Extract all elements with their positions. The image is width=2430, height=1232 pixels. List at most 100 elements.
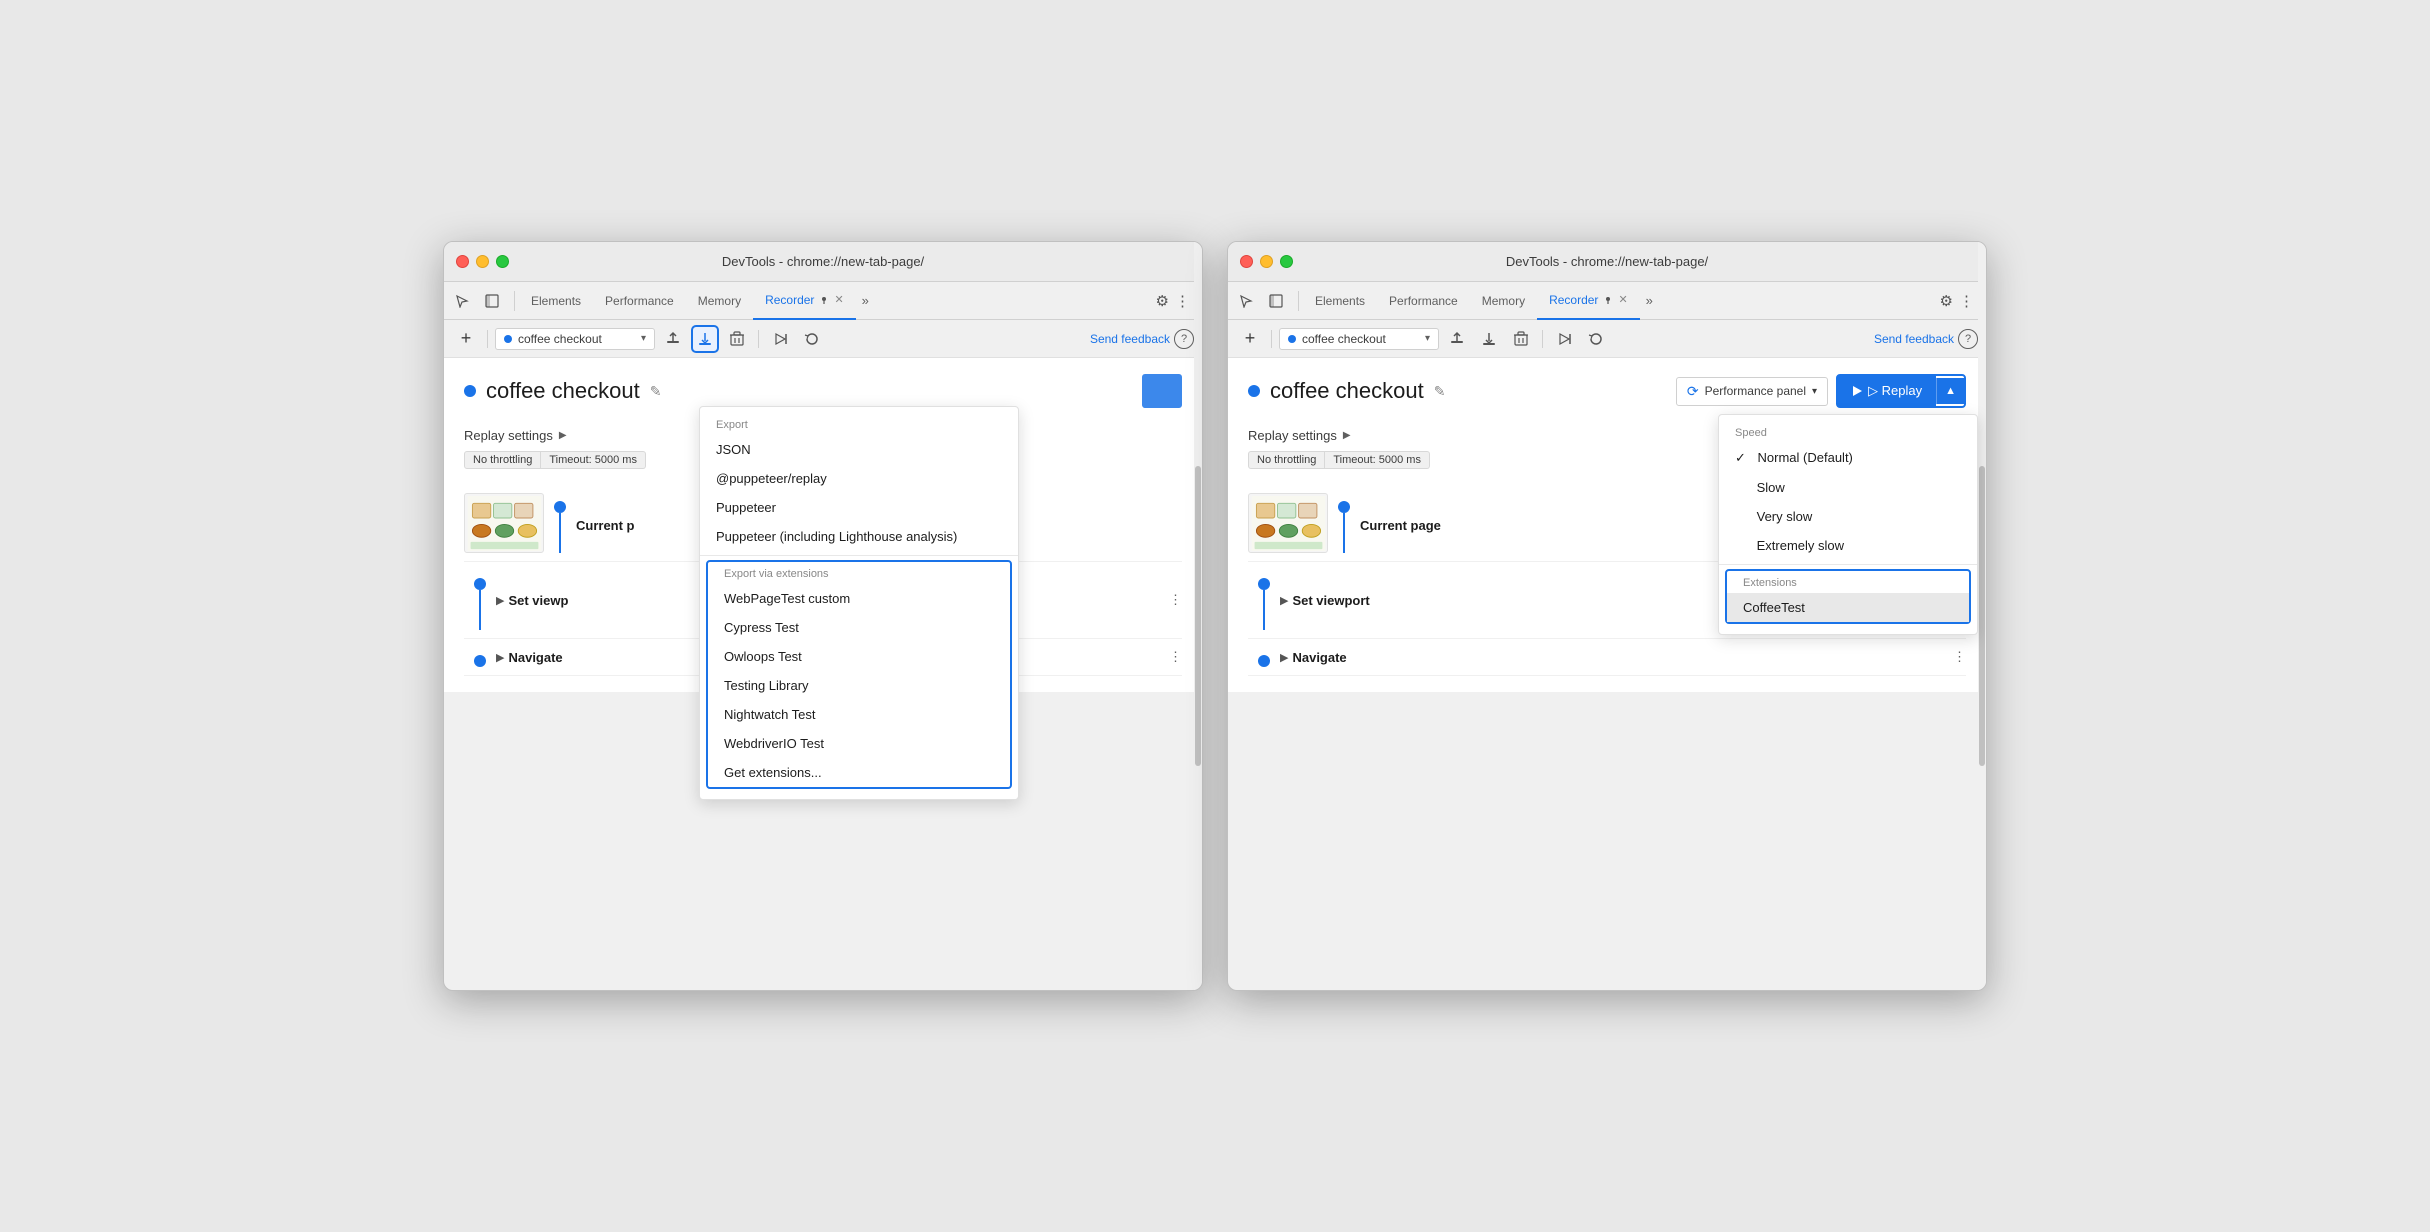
recording-selector[interactable]: coffee checkout ▾: [495, 328, 655, 350]
right-delete-btn[interactable]: [1507, 325, 1535, 353]
right-edit-title-icon[interactable]: ✎: [1434, 383, 1446, 400]
help-btn[interactable]: ?: [1174, 329, 1194, 349]
right-window-title: DevTools - chrome://new-tab-page/: [1506, 254, 1708, 269]
right-tab-memory[interactable]: Memory: [1470, 282, 1537, 320]
replay-main-btn[interactable]: ▷ Replay: [1838, 376, 1936, 406]
tab-recorder-close[interactable]: ✕: [834, 293, 843, 306]
speed-slow[interactable]: Slow: [1719, 473, 1977, 502]
export-puppeteer-replay[interactable]: @puppeteer/replay: [700, 464, 1018, 493]
right-dots-icon[interactable]: ⋮: [1959, 292, 1974, 310]
ext-webdriverio[interactable]: WebdriverIO Test: [708, 729, 1010, 758]
tab-recorder[interactable]: Recorder ✕: [753, 282, 856, 320]
replay-dropdown-btn[interactable]: ▲: [1936, 378, 1964, 404]
tab-more-btn[interactable]: »: [856, 293, 875, 308]
dock-icon[interactable]: [478, 287, 506, 315]
right-tab-separator-1: [1298, 291, 1299, 311]
close-traffic-light[interactable]: [456, 255, 469, 268]
right-replay-settings-expand-icon[interactable]: ▶: [1343, 430, 1351, 441]
scrollbar-thumb[interactable]: [1195, 466, 1201, 765]
scrollbar-track[interactable]: [1194, 242, 1202, 990]
ext-nightwatch[interactable]: Nightwatch Test: [708, 700, 1010, 729]
right-download-btn[interactable]: [1475, 325, 1503, 353]
right-recording-selector[interactable]: coffee checkout ▾: [1279, 328, 1439, 350]
minimize-traffic-light[interactable]: [476, 255, 489, 268]
replay-btn[interactable]: [798, 325, 826, 353]
right-dock-icon[interactable]: [1262, 287, 1290, 315]
download-btn[interactable]: [691, 325, 719, 353]
gear-icon[interactable]: ⚙: [1156, 292, 1169, 310]
right-maximize-traffic-light[interactable]: [1280, 255, 1293, 268]
right-expand-arrow-navigate[interactable]: ▶: [1280, 651, 1288, 664]
right-tab-gear-area: ⚙ ⋮: [1940, 292, 1982, 310]
right-tab-more-btn[interactable]: »: [1640, 293, 1659, 308]
right-scrollbar-thumb[interactable]: [1979, 466, 1985, 765]
right-toolbar-sep-2: [1542, 330, 1543, 348]
right-toolbar: + coffee checkout ▾ Send feedback ?: [1228, 320, 1986, 358]
upload-btn[interactable]: [659, 325, 687, 353]
step-more-icon-viewport[interactable]: ⋮: [1169, 592, 1182, 608]
right-replay-btn[interactable]: [1582, 325, 1610, 353]
export-puppeteer[interactable]: Puppeteer: [700, 493, 1018, 522]
right-traffic-lights: [1240, 255, 1293, 268]
right-tab-recorder[interactable]: Recorder ✕: [1537, 282, 1640, 320]
right-step-thumbnail-current: [1248, 493, 1328, 553]
export-via-extensions-label: Export via extensions: [708, 562, 1010, 584]
performance-panel-btn[interactable]: ⟳ Performance panel ▾: [1676, 377, 1828, 406]
step-dot-3: [474, 655, 486, 667]
tab-elements[interactable]: Elements: [519, 282, 593, 320]
right-help-btn[interactable]: ?: [1958, 329, 1978, 349]
recording-chevron-icon: ▾: [641, 333, 646, 344]
expand-arrow-viewport[interactable]: ▶: [496, 594, 504, 607]
right-replay-settings-label[interactable]: Replay settings: [1248, 428, 1337, 443]
ext-coffeetest[interactable]: CoffeeTest: [1727, 593, 1969, 622]
right-tab-performance[interactable]: Performance: [1377, 282, 1470, 320]
dots-icon[interactable]: ⋮: [1175, 292, 1190, 310]
expand-arrow-navigate[interactable]: ▶: [496, 651, 504, 664]
right-add-recording-btn[interactable]: +: [1236, 325, 1264, 353]
right-tab-elements[interactable]: Elements: [1303, 282, 1377, 320]
step-more-icon-navigate[interactable]: ⋮: [1169, 649, 1182, 665]
edit-title-icon[interactable]: ✎: [650, 383, 662, 400]
left-toolbar: + coffee checkout ▾ Send feedback ?: [444, 320, 1202, 358]
right-send-feedback-link[interactable]: Send feedback: [1874, 332, 1954, 346]
right-close-traffic-light[interactable]: [1240, 255, 1253, 268]
ext-testing-library[interactable]: Testing Library: [708, 671, 1010, 700]
play-once-btn[interactable]: [766, 325, 794, 353]
export-json[interactable]: JSON: [700, 435, 1018, 464]
speed-normal[interactable]: ✓ Normal (Default): [1719, 443, 1977, 473]
right-recording-name: coffee checkout: [1302, 332, 1419, 346]
send-feedback-link[interactable]: Send feedback: [1090, 332, 1170, 346]
toolbar-sep-2: [758, 330, 759, 348]
add-recording-btn[interactable]: +: [452, 325, 480, 353]
right-tab-recorder-close[interactable]: ✕: [1618, 293, 1627, 306]
speed-extremely-slow[interactable]: Extremely slow: [1719, 531, 1977, 560]
right-gear-icon[interactable]: ⚙: [1940, 292, 1953, 310]
right-expand-arrow-viewport[interactable]: ▶: [1280, 594, 1288, 607]
right-header-dot: [1248, 385, 1260, 397]
right-step-more-icon-navigate[interactable]: ⋮: [1953, 649, 1966, 665]
tab-memory[interactable]: Memory: [686, 282, 753, 320]
right-minimize-traffic-light[interactable]: [1260, 255, 1273, 268]
right-scrollbar-track[interactable]: [1978, 242, 1986, 990]
perf-panel-chevron: ▾: [1812, 386, 1817, 397]
speed-very-slow[interactable]: Very slow: [1719, 502, 1977, 531]
replay-settings-label[interactable]: Replay settings: [464, 428, 553, 443]
cursor-icon[interactable]: [448, 287, 476, 315]
delete-btn[interactable]: [723, 325, 751, 353]
replay-settings-expand-icon[interactable]: ▶: [559, 430, 567, 441]
ext-webpagetest[interactable]: WebPageTest custom: [708, 584, 1010, 613]
ext-get-extensions[interactable]: Get extensions...: [708, 758, 1010, 787]
timeout-pill: Timeout: 5000 ms: [541, 451, 646, 469]
export-puppeteer-lighthouse[interactable]: Puppeteer (including Lighthouse analysis…: [700, 522, 1018, 551]
right-play-once-btn[interactable]: [1550, 325, 1578, 353]
right-step-label-viewport: Set viewport: [1292, 593, 1369, 608]
maximize-traffic-light[interactable]: [496, 255, 509, 268]
step-connector-2: [474, 570, 486, 630]
recording-name: coffee checkout: [518, 332, 635, 346]
right-cursor-icon[interactable]: [1232, 287, 1260, 315]
ext-cypress[interactable]: Cypress Test: [708, 613, 1010, 642]
tab-performance[interactable]: Performance: [593, 282, 686, 320]
ext-owloops[interactable]: Owloops Test: [708, 642, 1010, 671]
speed-dropdown-divider: [1719, 564, 1977, 565]
right-upload-btn[interactable]: [1443, 325, 1471, 353]
